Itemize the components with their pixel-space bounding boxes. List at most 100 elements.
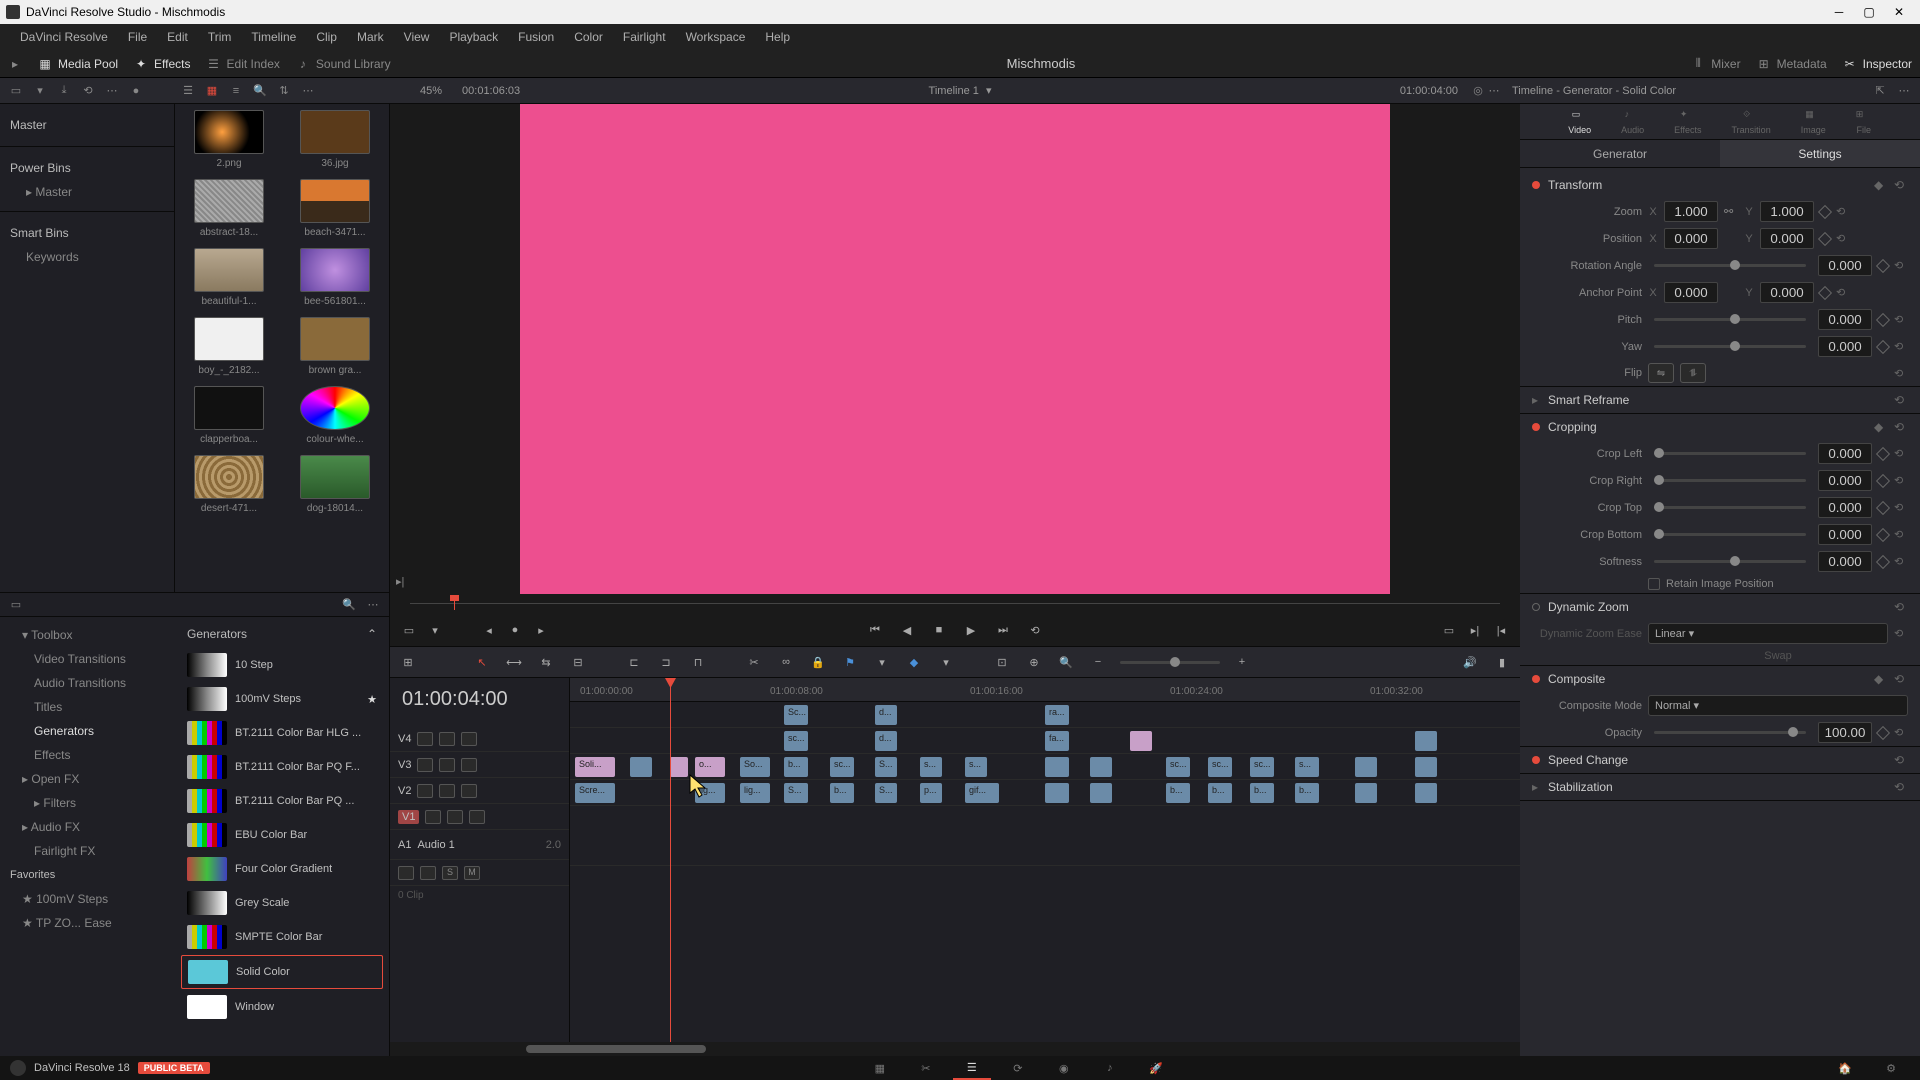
page-fusion[interactable]: ⟳ <box>999 1056 1037 1080</box>
page-cut[interactable]: ✂ <box>907 1056 945 1080</box>
link-xy-icon[interactable]: ⚯ <box>1724 205 1738 218</box>
clip[interactable]: Sc... <box>784 705 808 725</box>
clip[interactable]: sc... <box>830 757 854 777</box>
media-thumb[interactable]: brown gra... <box>287 317 383 376</box>
clip[interactable]: p... <box>920 783 942 803</box>
first-frame-button[interactable]: ⏮ <box>866 621 884 639</box>
power-bin-master[interactable]: ▸ Master <box>10 181 165 203</box>
replace-clip-icon[interactable]: ⊓ <box>688 652 708 672</box>
page-fairlight[interactable]: ♪ <box>1091 1056 1129 1080</box>
arm-audio-button[interactable] <box>420 866 436 880</box>
mute-button[interactable]: M <box>464 866 480 880</box>
section-transform[interactable]: Transform <box>1548 178 1602 192</box>
fx-more-icon[interactable]: ⋯ <box>365 597 381 613</box>
track-header-a1[interactable]: A1 Audio 1 2.0 <box>390 830 569 860</box>
zoom-in-icon[interactable]: + <box>1232 652 1252 672</box>
jump-in-icon[interactable]: ▸| <box>1466 621 1484 639</box>
page-edit[interactable]: ☰ <box>953 1056 991 1080</box>
viewer-scrubber[interactable] <box>410 598 1500 610</box>
clip[interactable] <box>1130 731 1152 751</box>
swap-button[interactable]: Swap <box>1648 650 1908 662</box>
yaw-input[interactable] <box>1818 336 1872 357</box>
fx-fav-tpzo[interactable]: ★ TP ZO... Ease <box>6 911 169 935</box>
menu-davinci[interactable]: DaVinci Resolve <box>10 30 118 44</box>
lock-track-button[interactable] <box>417 732 433 746</box>
media-thumb[interactable]: clapperboa... <box>181 386 277 445</box>
menu-fairlight[interactable]: Fairlight <box>613 30 676 44</box>
clip[interactable] <box>1415 757 1437 777</box>
maximize-button[interactable]: ▢ <box>1854 2 1884 22</box>
section-cropping[interactable]: Cropping <box>1548 420 1597 434</box>
clip[interactable] <box>1355 757 1377 777</box>
clip[interactable]: ra... <box>1045 705 1069 725</box>
clip[interactable]: S... <box>875 783 897 803</box>
generator-item[interactable]: Window <box>181 991 383 1023</box>
next-edit-icon[interactable]: ▸ <box>532 621 550 639</box>
section-speed-change[interactable]: Speed Change <box>1548 753 1628 767</box>
prev-frame-button[interactable]: ◀ <box>898 621 916 639</box>
chevron-down-icon[interactable]: ▾ <box>986 85 992 97</box>
inspector-tab-audio[interactable]: ♪Audio <box>1621 109 1644 135</box>
composite-mode-select[interactable]: Normal ▾ <box>1648 695 1908 716</box>
page-media[interactable]: ▦ <box>861 1056 899 1080</box>
rotation-slider[interactable] <box>1654 264 1806 267</box>
import-icon[interactable]: ⤓ <box>56 83 72 99</box>
fx-audio-transitions[interactable]: Audio Transitions <box>6 671 169 695</box>
crop-right-input[interactable] <box>1818 470 1872 491</box>
track-header-v3[interactable]: V3 <box>390 752 569 778</box>
section-composite[interactable]: Composite <box>1548 672 1605 686</box>
zoom-search-icon[interactable]: 🔍 <box>1056 652 1076 672</box>
keyframe-icon[interactable]: ◆ <box>1874 178 1888 192</box>
playhead[interactable] <box>670 678 671 1042</box>
expand-button[interactable]: ▸ <box>8 57 22 71</box>
track-a1-controls[interactable]: S M <box>390 860 569 886</box>
match-frame-icon[interactable]: ▭ <box>1440 621 1458 639</box>
meter-icon[interactable]: ▮ <box>1492 652 1512 672</box>
menu-clip[interactable]: Clip <box>306 30 347 44</box>
timeline-scrollbar[interactable] <box>390 1042 1520 1056</box>
clip[interactable] <box>1415 783 1437 803</box>
dynamic-trim-tool[interactable]: ⇆ <box>536 652 556 672</box>
subtab-generator[interactable]: Generator <box>1520 140 1720 167</box>
bypass-icon[interactable]: ◎ <box>1470 83 1486 99</box>
flip-v-button[interactable]: ⥮ <box>1680 363 1706 383</box>
flag-icon[interactable]: ⚑ <box>840 652 860 672</box>
clip[interactable]: sc... <box>1166 757 1190 777</box>
strip-view-icon[interactable]: ≡ <box>228 83 244 99</box>
list-view-icon[interactable]: ☰ <box>180 83 196 99</box>
generator-item[interactable]: BT.2111 Color Bar PQ F... <box>181 751 383 783</box>
tl-view-icon[interactable]: ⊞ <box>398 652 418 672</box>
zoom-out-icon[interactable]: − <box>1088 652 1108 672</box>
timeline-name[interactable]: Timeline 1 <box>929 85 979 97</box>
sort-icon[interactable]: ⇅ <box>276 83 292 99</box>
generator-item[interactable]: BT.2111 Color Bar PQ ... <box>181 785 383 817</box>
clip[interactable]: b... <box>1166 783 1190 803</box>
zoom-x-input[interactable] <box>1664 201 1718 222</box>
snap-icon[interactable]: ⊡ <box>992 652 1012 672</box>
tab-sound-library[interactable]: ♪ Sound Library <box>296 57 391 71</box>
track-header-v1[interactable]: V1 <box>390 804 569 830</box>
pitch-slider[interactable] <box>1654 318 1806 321</box>
clip[interactable]: b... <box>1295 783 1319 803</box>
anchor-y-input[interactable] <box>1760 282 1814 303</box>
prev-edit-icon[interactable]: ◂ <box>480 621 498 639</box>
close-button[interactable]: ✕ <box>1884 2 1914 22</box>
clip[interactable]: o... <box>695 757 725 777</box>
menu-timeline[interactable]: Timeline <box>241 30 306 44</box>
generator-item[interactable]: 100mV Steps★ <box>181 683 383 715</box>
solo-button[interactable]: S <box>442 866 458 880</box>
thumb-view-icon[interactable]: ▦ <box>204 83 220 99</box>
clip[interactable]: Soli... <box>575 757 615 777</box>
softness-input[interactable] <box>1818 551 1872 572</box>
track-header-v4[interactable]: V4 <box>390 726 569 752</box>
settings-icon[interactable]: ⚙ <box>1872 1056 1910 1080</box>
viewer-zoom[interactable]: 45% <box>420 85 442 97</box>
overwrite-clip-icon[interactable]: ⊐ <box>656 652 676 672</box>
fx-titles[interactable]: Titles <box>6 695 169 719</box>
clip[interactable]: d... <box>875 705 897 725</box>
inspector-tab-effects[interactable]: ✦Effects <box>1674 109 1701 135</box>
fx-audiofx[interactable]: ▸ Audio FX <box>6 815 169 839</box>
star-icon[interactable]: ★ <box>367 693 377 706</box>
trim-tool[interactable]: ⟷ <box>504 652 524 672</box>
clip[interactable] <box>630 757 652 777</box>
